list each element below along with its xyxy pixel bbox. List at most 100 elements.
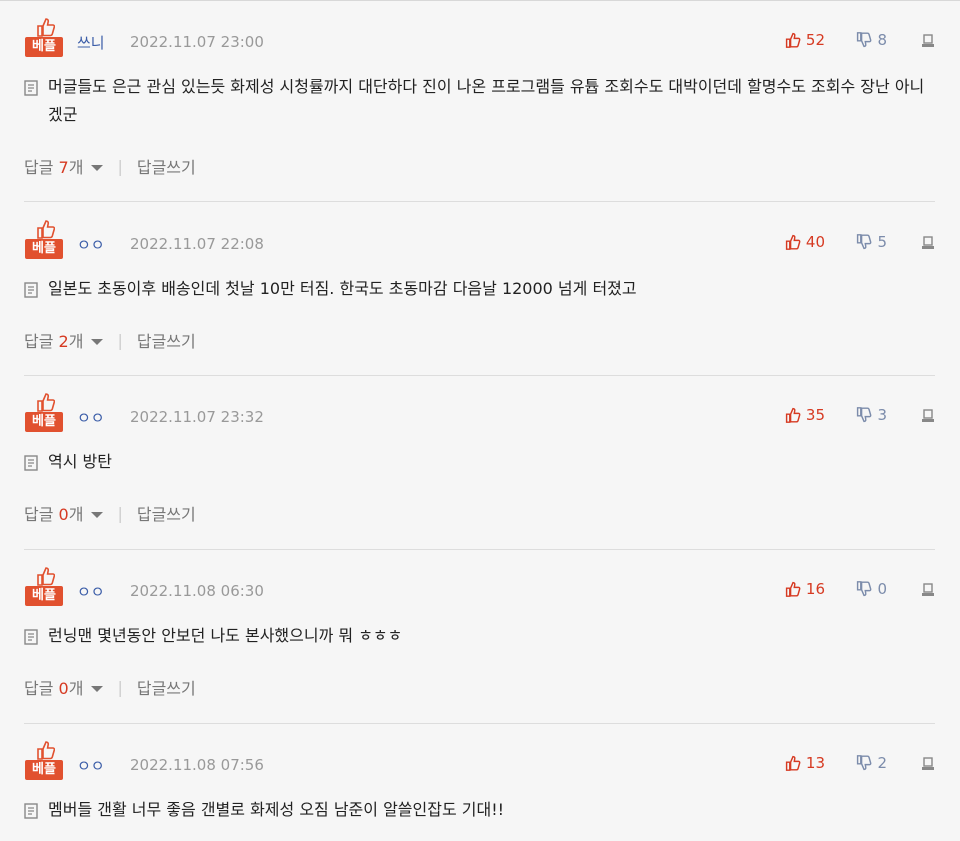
reply-toggle[interactable]: 답글 2개 xyxy=(24,328,83,352)
dislike-count: 8 xyxy=(877,31,887,49)
thumbs-up-icon xyxy=(37,741,55,760)
like-button[interactable]: 13 xyxy=(785,754,825,772)
like-count: 13 xyxy=(805,754,825,772)
comment-author[interactable]: 쓰니 xyxy=(77,32,105,53)
thumbs-down-icon xyxy=(857,755,872,771)
dislike-count: 3 xyxy=(877,406,887,424)
comment-body: 역시 방탄 xyxy=(24,448,935,476)
best-comment-badge: 베플 xyxy=(25,566,63,610)
like-button[interactable]: 40 xyxy=(785,233,825,251)
separator: | xyxy=(117,677,123,697)
thumbs-up-icon xyxy=(37,18,55,37)
comment-date: 2022.11.07 23:32 xyxy=(130,408,264,426)
document-icon xyxy=(24,80,38,96)
comment-footer: 답글 0개 | 답글쓰기 xyxy=(24,675,935,699)
best-tag: 베플 xyxy=(25,37,63,57)
document-icon xyxy=(24,282,38,298)
comment-footer: 답글 2개 | 답글쓰기 xyxy=(24,328,935,352)
comment-item: 베플 ㅇㅇ 2022.11.07 23:32 35 3 역시 방탄 답글 0개 … xyxy=(24,392,935,524)
thumbs-up-icon xyxy=(785,407,801,423)
dislike-button[interactable]: 8 xyxy=(856,31,887,49)
comment-author[interactable]: ㅇㅇ xyxy=(77,234,105,255)
document-icon xyxy=(24,803,38,819)
separator: | xyxy=(117,330,123,350)
dislike-count: 0 xyxy=(877,580,887,598)
comment-footer: 답글 0개 | 답글쓰기 xyxy=(24,501,935,525)
comment-text: 머글들도 은근 관심 있는듯 화제성 시청률까지 대단하다 진이 나온 프로그램… xyxy=(48,77,925,124)
comment-author[interactable]: ㅇㅇ xyxy=(77,407,105,428)
like-button[interactable]: 52 xyxy=(785,31,825,49)
comment-text: 멤버들 갠활 너무 좋음 갠별로 화제성 오짐 남준이 알쓸인잡도 기대!! xyxy=(48,800,505,819)
comment-author[interactable]: ㅇㅇ xyxy=(77,581,105,602)
comment-item: 베플 ㅇㅇ 2022.11.08 07:56 13 2 멤버들 갠활 너무 좋음… xyxy=(24,740,935,824)
like-button[interactable]: 35 xyxy=(785,406,825,424)
chevron-down-icon[interactable] xyxy=(91,511,104,518)
document-icon xyxy=(24,455,38,471)
dislike-button[interactable]: 5 xyxy=(856,233,887,251)
report-icon[interactable] xyxy=(921,757,935,771)
dislike-button[interactable]: 2 xyxy=(856,754,887,772)
thumbs-up-icon xyxy=(785,755,801,771)
report-icon[interactable] xyxy=(921,236,935,250)
separator: | xyxy=(117,156,123,176)
like-count: 35 xyxy=(805,406,825,424)
comment-item: 베플 ㅇㅇ 2022.11.07 22:08 40 5 일본도 초동이후 배송인… xyxy=(24,219,935,351)
comment-body: 머글들도 은근 관심 있는듯 화제성 시청률까지 대단하다 진이 나온 프로그램… xyxy=(24,73,935,129)
comment-item: 베플 ㅇㅇ 2022.11.08 06:30 16 0 런닝맨 몇년동안 안보던… xyxy=(24,566,935,698)
write-reply-link[interactable]: 답글쓰기 xyxy=(137,328,196,352)
dislike-count: 5 xyxy=(877,233,887,251)
chevron-down-icon[interactable] xyxy=(91,164,104,171)
report-icon[interactable] xyxy=(921,34,935,48)
reply-toggle[interactable]: 답글 7개 xyxy=(24,154,83,178)
best-tag: 베플 xyxy=(25,412,63,432)
comment-text: 런닝맨 몇년동안 안보던 나도 본사했으니까 뭐 ㅎㅎㅎ xyxy=(48,626,403,645)
comment-item: 베플 쓰니 2022.11.07 23:00 52 8 머글들도 은근 관심 있… xyxy=(24,17,935,177)
write-reply-link[interactable]: 답글쓰기 xyxy=(137,154,196,178)
thumbs-down-icon xyxy=(857,234,872,250)
thumbs-down-icon xyxy=(857,32,872,48)
thumbs-up-icon xyxy=(37,567,55,586)
top-border xyxy=(0,0,960,1)
divider xyxy=(24,375,935,376)
report-icon[interactable] xyxy=(921,409,935,423)
report-icon[interactable] xyxy=(921,583,935,597)
comment-date: 2022.11.08 07:56 xyxy=(130,756,264,774)
comment-author[interactable]: ㅇㅇ xyxy=(77,755,105,776)
thumbs-down-icon xyxy=(857,581,872,597)
comment-body: 일본도 초동이후 배송인데 첫날 10만 터짐. 한국도 초동마감 다음날 12… xyxy=(24,275,935,303)
best-tag: 베플 xyxy=(25,760,63,780)
comment-text: 역시 방탄 xyxy=(48,452,112,471)
thumbs-up-icon xyxy=(785,32,801,48)
thumbs-up-icon xyxy=(37,220,55,239)
divider xyxy=(24,723,935,724)
comment-footer: 답글 7개 | 답글쓰기 xyxy=(24,154,935,178)
thumbs-up-icon xyxy=(785,581,801,597)
best-comment-badge: 베플 xyxy=(25,219,63,263)
comment-date: 2022.11.07 23:00 xyxy=(130,33,264,51)
dislike-button[interactable]: 3 xyxy=(856,406,887,424)
write-reply-link[interactable]: 답글쓰기 xyxy=(137,501,196,525)
separator: | xyxy=(117,503,123,523)
document-icon xyxy=(24,629,38,645)
best-comment-badge: 베플 xyxy=(25,17,63,61)
reply-toggle[interactable]: 답글 0개 xyxy=(24,501,83,525)
divider xyxy=(24,201,935,202)
best-comment-badge: 베플 xyxy=(25,392,63,436)
like-button[interactable]: 16 xyxy=(785,580,825,598)
comment-date: 2022.11.07 22:08 xyxy=(130,235,264,253)
like-count: 16 xyxy=(805,580,825,598)
best-tag: 베플 xyxy=(25,239,63,259)
comment-body: 런닝맨 몇년동안 안보던 나도 본사했으니까 뭐 ㅎㅎㅎ xyxy=(24,622,935,650)
like-count: 40 xyxy=(805,233,825,251)
best-tag: 베플 xyxy=(25,586,63,606)
write-reply-link[interactable]: 답글쓰기 xyxy=(137,675,196,699)
best-comment-badge: 베플 xyxy=(25,740,63,784)
comment-date: 2022.11.08 06:30 xyxy=(130,582,264,600)
like-count: 52 xyxy=(805,31,825,49)
chevron-down-icon[interactable] xyxy=(91,338,104,345)
dislike-button[interactable]: 0 xyxy=(856,580,887,598)
comment-text: 일본도 초동이후 배송인데 첫날 10만 터짐. 한국도 초동마감 다음날 12… xyxy=(48,279,637,298)
thumbs-up-icon xyxy=(37,393,55,412)
chevron-down-icon[interactable] xyxy=(91,685,104,692)
reply-toggle[interactable]: 답글 0개 xyxy=(24,675,83,699)
